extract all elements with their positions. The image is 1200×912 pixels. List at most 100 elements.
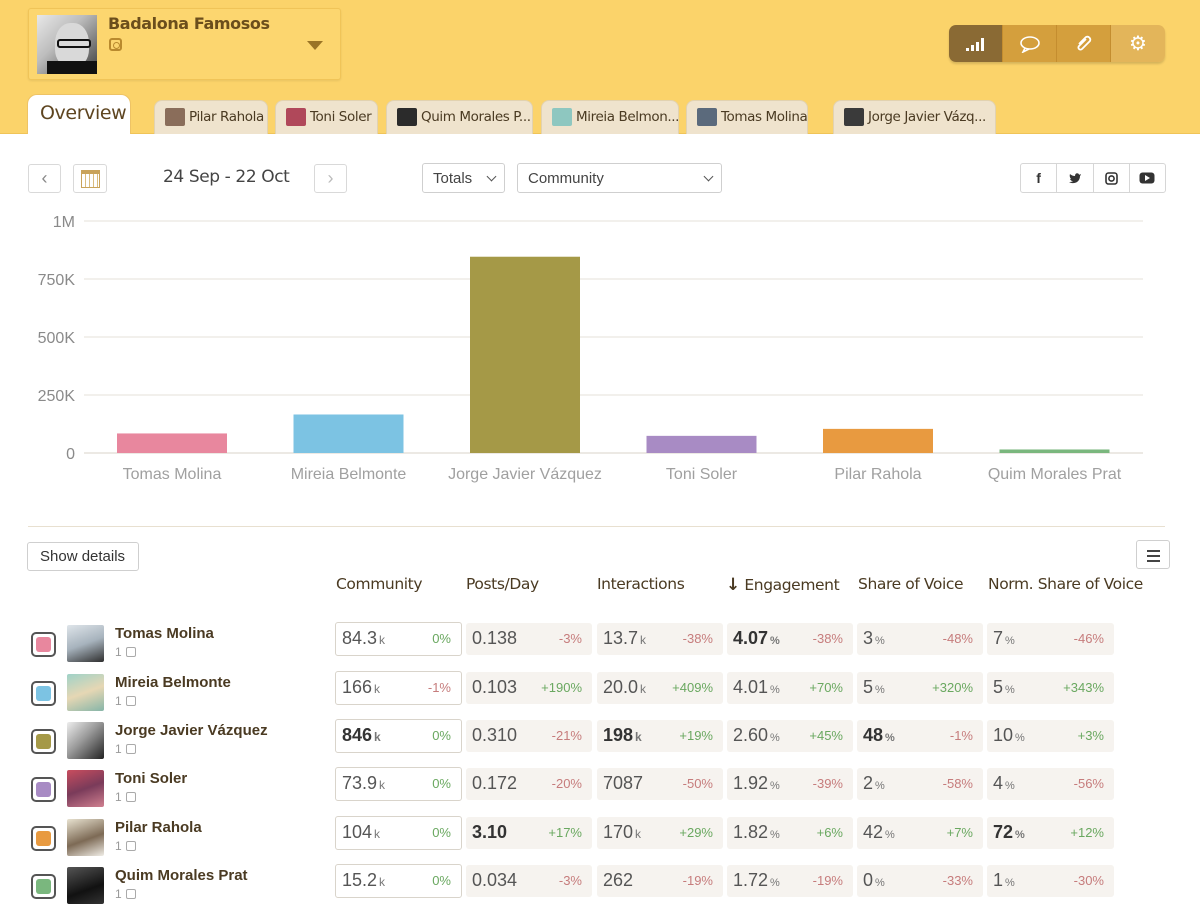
metric-number: 0.172 — [472, 773, 518, 793]
metric-cell-engagement: 2.60% +45% — [727, 720, 853, 752]
bar-quim-morales-prat[interactable] — [999, 449, 1110, 453]
tab-mireia-belmonte[interactable]: Mireia Belmon... — [541, 100, 679, 134]
youtube-button[interactable] — [1130, 164, 1165, 192]
metric-delta: +190% — [541, 680, 582, 695]
unit: k — [635, 730, 642, 744]
profile-name[interactable]: Quim Morales Prat — [115, 867, 248, 884]
bar-mireia-belmonte[interactable] — [293, 414, 404, 453]
metric-value: 5% — [993, 677, 1015, 698]
series-color-checkbox[interactable] — [31, 729, 56, 754]
metric-number: 72 — [993, 822, 1014, 842]
y-tick-label: 0 — [66, 446, 75, 463]
metric-delta: -1% — [949, 728, 973, 743]
bar-toni-soler[interactable] — [646, 435, 757, 453]
tab-avatar — [844, 108, 864, 126]
metric-cell-interactions: 170 k +29% — [597, 817, 723, 849]
column-header-engagement[interactable]: ↓ Engagement — [726, 575, 840, 595]
metric-delta: -1% — [427, 680, 451, 695]
column-menu-button[interactable] — [1136, 540, 1170, 569]
settings-button[interactable]: ⚙ — [1111, 25, 1165, 62]
facebook-button[interactable]: f — [1021, 164, 1058, 192]
percent-sign: % — [770, 635, 780, 647]
tab-tomas-molina[interactable]: Tomas Molina — [686, 100, 808, 134]
metric-cell-nsov: 10% +3% — [987, 720, 1114, 752]
chevron-down-icon[interactable] — [307, 41, 323, 50]
paperclip-icon — [1077, 35, 1091, 50]
tab-toni-soler[interactable]: Toni Soler — [275, 100, 378, 134]
account-count-value: 1 — [115, 742, 122, 756]
messages-view-button[interactable] — [1003, 25, 1057, 62]
previous-period-button[interactable]: ‹ — [28, 164, 61, 193]
column-header-norm-share-of-voice[interactable]: Norm. Share of Voice — [988, 575, 1143, 593]
series-color-checkbox[interactable] — [31, 777, 56, 802]
avatar — [67, 625, 104, 662]
metric-value: 0.310 — [472, 725, 517, 746]
calendar-button[interactable] — [73, 164, 107, 193]
metric-delta: -38% — [812, 631, 843, 646]
show-details-button[interactable]: Show details — [27, 542, 139, 571]
column-header-interactions[interactable]: Interactions — [597, 575, 685, 593]
account-selector[interactable]: Badalona Famosos — [28, 8, 341, 80]
metric-delta: +7% — [946, 825, 973, 840]
series-color-checkbox[interactable] — [31, 826, 56, 851]
series-color-checkbox[interactable] — [31, 632, 56, 657]
table-row[interactable]: Tomas Molina 1 84.3 k 0% 0.138 -3% 13.7 k -38% 4.0… — [0, 622, 1200, 670]
series-color-checkbox[interactable] — [31, 874, 56, 899]
series-color-checkbox[interactable] — [31, 681, 56, 706]
metric-number: 5 — [863, 677, 874, 697]
profile-name[interactable]: Jorge Javier Vázquez — [115, 722, 268, 739]
tab-label: Toni Soler — [310, 109, 372, 125]
metric-number: 0.103 — [472, 677, 518, 697]
metric-delta: 0% — [432, 631, 451, 646]
profile-name[interactable]: Pilar Rahola — [115, 819, 202, 836]
metric-number: 42 — [863, 822, 884, 842]
attachments-view-button[interactable] — [1057, 25, 1111, 62]
metric-select[interactable]: Community — [517, 163, 722, 193]
table-row[interactable]: Jorge Javier Vázquez 1 846 k 0% 0.310 -21% 198 k… — [0, 719, 1200, 767]
metric-number: 0.034 — [472, 870, 518, 890]
metric-delta: -48% — [942, 631, 973, 646]
percent-sign: % — [1005, 780, 1015, 792]
table-row[interactable]: Pilar Rahola 1 104 k 0% 3.10 +17% 170 k +29% 1.82%… — [0, 816, 1200, 864]
tab-quim-morales[interactable]: Quim Morales P... — [386, 100, 533, 134]
metric-cell-sov: 5% +320% — [857, 672, 983, 704]
speech-bubble-icon — [1019, 35, 1040, 53]
table-row[interactable]: Toni Soler 1 73.9 k 0% 0.172 -20% 7087 -50% 1.92%… — [0, 767, 1200, 815]
profile-name[interactable]: Tomas Molina — [115, 625, 214, 642]
mode-select[interactable]: Totals — [422, 163, 505, 193]
metric-number: 1.72 — [733, 870, 769, 890]
metric-number: 5 — [993, 677, 1004, 697]
bar-jorge-javier-v-zquez[interactable] — [470, 256, 580, 453]
metric-delta: -30% — [1073, 873, 1104, 888]
metric-value: 0.034 — [472, 870, 517, 891]
column-header-community[interactable]: Community — [336, 575, 423, 593]
metric-cell-community: 104 k 0% — [335, 816, 462, 850]
column-header-posts-day[interactable]: Posts/Day — [466, 575, 539, 593]
metric-number: 104 — [342, 822, 373, 842]
twitter-button[interactable] — [1057, 164, 1094, 192]
account-count-value: 1 — [115, 790, 122, 804]
tab-jorge-javier[interactable]: Jorge Javier Vázq... — [833, 100, 996, 134]
percent-sign: % — [1005, 684, 1015, 696]
metric-delta: -20% — [551, 776, 582, 791]
percent-sign: % — [885, 829, 895, 841]
analytics-view-button[interactable] — [949, 25, 1003, 62]
instagram-icon — [125, 647, 136, 657]
table-row[interactable]: Quim Morales Prat 1 15.2 k 0% 0.034 -3% 262 -19%… — [0, 864, 1200, 912]
metric-value: 84.3 k — [342, 628, 385, 649]
bar-pilar-rahola[interactable] — [823, 428, 933, 453]
profile-name[interactable]: Toni Soler — [115, 770, 187, 787]
tab-avatar — [552, 108, 572, 126]
tab-pilar-rahola[interactable]: Pilar Rahola — [154, 100, 268, 134]
instagram-button[interactable] — [1094, 164, 1130, 192]
metric-cell-community: 73.9 k 0% — [335, 767, 462, 801]
profile-name[interactable]: Mireia Belmonte — [115, 674, 231, 691]
table-row[interactable]: Mireia Belmonte 1 166 k -1% 0.103 +190% 20.0 k +4… — [0, 671, 1200, 719]
bar-tomas-molina[interactable] — [117, 433, 227, 453]
column-header-share-of-voice[interactable]: Share of Voice — [858, 575, 964, 593]
next-period-button[interactable]: › — [314, 164, 347, 193]
tab-label: Pilar Rahola — [189, 109, 264, 125]
metric-value: 73.9 k — [342, 773, 385, 794]
tab-overview[interactable]: Overview — [27, 94, 131, 134]
account-count: 1 — [115, 839, 136, 853]
